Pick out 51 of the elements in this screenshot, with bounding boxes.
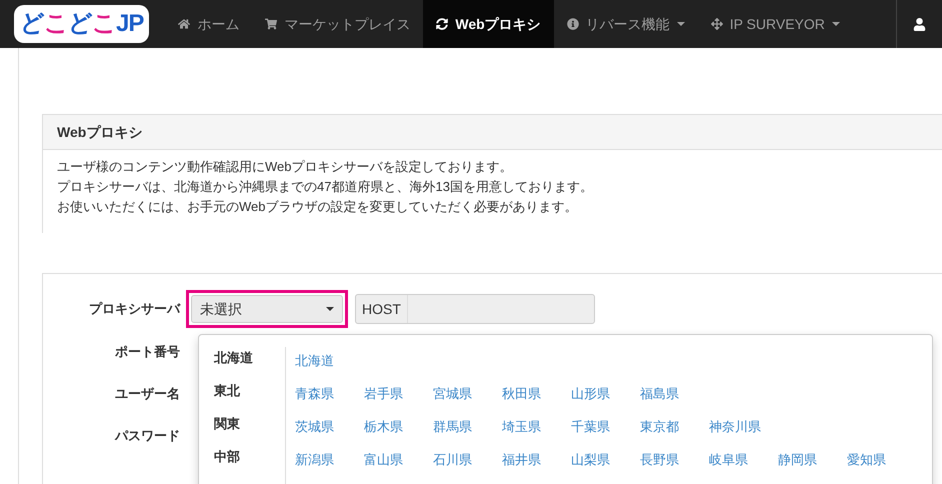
- prefecture-link[interactable]: 栃木県: [364, 416, 433, 437]
- description-text: お使いいただくには、お手元のWebブラウザの設定を変更していただく必要があります。: [57, 198, 578, 216]
- prefecture-link[interactable]: 埼玉県: [502, 416, 571, 437]
- prefecture-link[interactable]: 山梨県: [571, 449, 640, 470]
- host-field[interactable]: HOST: [355, 294, 595, 324]
- nav-item[interactable]: リバース機能: [554, 0, 698, 48]
- prefecture-link[interactable]: 岩手県: [364, 383, 433, 404]
- prefecture-link[interactable]: 岐阜県: [709, 449, 778, 470]
- prefecture-link[interactable]: 長野県: [640, 449, 709, 470]
- nav-item[interactable]: IP SURVEYOR: [698, 0, 853, 48]
- prefecture-link[interactable]: 群馬県: [433, 416, 502, 437]
- prefecture-link[interactable]: 東京都: [640, 416, 709, 437]
- field-label: ユーザー名: [114, 385, 181, 403]
- info-icon: [566, 18, 579, 30]
- prefecture-link[interactable]: 千葉県: [571, 416, 640, 437]
- prefecture-link[interactable]: 福島県: [640, 383, 709, 404]
- refresh-icon: [436, 18, 448, 30]
- region-item[interactable]: 北海道: [214, 347, 253, 368]
- prefecture-link[interactable]: 茨城県: [295, 416, 364, 437]
- region-item[interactable]: 関東: [214, 413, 240, 434]
- prefecture-link[interactable]: 秋田県: [502, 383, 571, 404]
- field-label: プロキシサーバ: [88, 300, 182, 318]
- home-icon: [178, 18, 190, 30]
- prefecture-link[interactable]: 青森県: [295, 383, 364, 404]
- field-label: パスワード: [114, 427, 181, 445]
- region-item[interactable]: 東北: [214, 380, 240, 401]
- host-addon: HOST: [356, 295, 408, 323]
- prefecture-link[interactable]: 富山県: [364, 449, 433, 470]
- nav-item[interactable]: Webプロキシ: [423, 0, 554, 48]
- user-icon[interactable]: [913, 18, 926, 30]
- caret-icon: [326, 307, 334, 311]
- field-label: ポート番号: [114, 343, 181, 361]
- description-text: ユーザ様のコンテンツ動作確認用にWebプロキシサーバを設定しております。: [57, 158, 512, 176]
- prefecture-link[interactable]: 福井県: [502, 449, 571, 470]
- prefecture-link[interactable]: 山形県: [571, 383, 640, 404]
- prefecture-link[interactable]: 愛知県: [847, 449, 916, 470]
- move-arrows-icon: [710, 18, 723, 30]
- region-item[interactable]: 中部: [214, 446, 240, 467]
- nav-item[interactable]: ホーム: [165, 0, 252, 48]
- nav-item[interactable]: マーケットプレイス: [252, 0, 424, 48]
- prefecture-link[interactable]: 神奈川県: [709, 416, 778, 437]
- prefecture-link[interactable]: 新潟県: [295, 449, 364, 470]
- prefecture-link[interactable]: 宮城県: [433, 383, 502, 404]
- logo[interactable]: どこどこJP: [14, 5, 150, 43]
- prefecture-link[interactable]: 北海道: [295, 350, 364, 371]
- cart-icon: [265, 18, 278, 30]
- panel-heading: Webプロキシ: [43, 115, 942, 150]
- description-text: プロキシサーバは、北海道から沖縄県までの47都道府県と、海外13国を用意しております。: [57, 178, 593, 196]
- prefecture-link[interactable]: 石川県: [433, 449, 502, 470]
- prefecture-link[interactable]: 静岡県: [778, 449, 847, 470]
- select-field[interactable]: 未選択: [191, 295, 343, 323]
